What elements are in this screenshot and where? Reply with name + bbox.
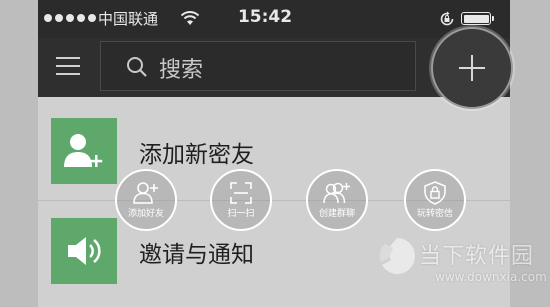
quick-action-label: 添加好友 — [127, 209, 164, 219]
watermark: 当下软件园 www.downxia.com — [375, 230, 550, 307]
scan-icon — [230, 182, 252, 204]
quick-action-label: 扫一扫 — [227, 209, 255, 219]
downxia-logo-icon — [380, 238, 415, 274]
add-user-icon — [133, 182, 158, 204]
scan-action-button[interactable]: 扫一扫 — [210, 169, 272, 231]
quick-action-label: 创建群聊 — [318, 209, 355, 219]
secure-message-action-button[interactable]: 玩转密信 — [404, 169, 466, 231]
watermark-cn: 当下软件园 — [419, 244, 535, 269]
watermark-en: www.downxia.com — [435, 270, 547, 284]
add-friend-action-button[interactable]: 添加好友 — [115, 169, 177, 231]
group-chat-icon — [323, 182, 350, 204]
create-group-action-button[interactable]: 创建群聊 — [306, 169, 368, 231]
lock-shield-icon — [424, 181, 446, 205]
quick-action-label: 玩转密信 — [416, 209, 453, 219]
